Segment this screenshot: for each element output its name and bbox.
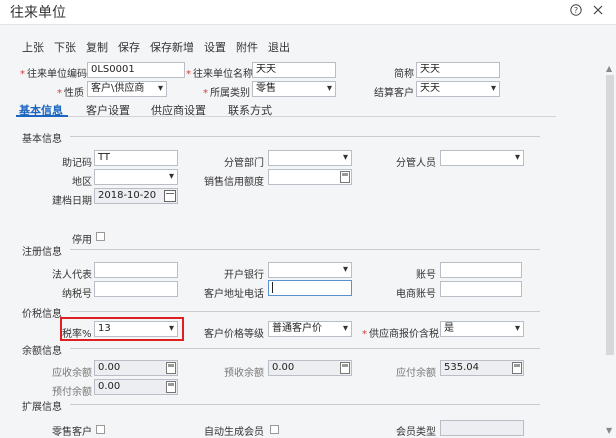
- payable-input: 535.04: [440, 360, 524, 376]
- bank-label: 开户银行: [224, 270, 264, 281]
- exit-button[interactable]: 退出: [268, 39, 290, 55]
- receivable-input: 0.00: [94, 360, 178, 376]
- legal-label: 法人代表: [52, 270, 92, 281]
- account-input[interactable]: [440, 262, 522, 278]
- svg-text:?: ?: [574, 6, 578, 15]
- scrollbar-thumb[interactable]: [606, 75, 614, 355]
- prepay-label: 预付余额: [52, 387, 92, 398]
- tab-divider: [16, 116, 556, 117]
- section-tax-info: 价税信息: [22, 309, 62, 320]
- nature-label: * 性质: [57, 88, 84, 99]
- code-input[interactable]: 0LS0001: [87, 62, 185, 78]
- receivable-label: 应收余额: [52, 368, 92, 379]
- tax-included-select[interactable]: 是: [440, 321, 524, 337]
- short-label: 简称: [394, 69, 414, 80]
- category-select[interactable]: 零售: [252, 81, 336, 97]
- save-new-button[interactable]: 保存新增: [150, 39, 194, 55]
- tax-rate-label: 税率%: [62, 329, 92, 340]
- name-label: * 往来单位名称: [186, 69, 253, 80]
- toolbar: 上张 下张 复制 保存 保存新增 设置 附件 退出: [22, 39, 290, 55]
- category-label: * 所属类别: [203, 88, 250, 99]
- settings-button[interactable]: 设置: [204, 39, 226, 55]
- tax-id-label: 纳税号: [62, 289, 92, 300]
- dept-select[interactable]: [268, 150, 352, 166]
- section-basic-info: 基本信息: [22, 134, 62, 145]
- address-input[interactable]: [268, 280, 352, 296]
- name-input[interactable]: 天天: [252, 62, 336, 78]
- calculator-icon[interactable]: [340, 171, 350, 183]
- staff-label: 分管人员: [396, 158, 436, 169]
- prepaid-recv-label: 预收余额: [224, 368, 264, 379]
- window-title: 往来单位: [10, 5, 66, 21]
- save-button[interactable]: 保存: [118, 39, 140, 55]
- calculator-icon: [512, 362, 522, 374]
- mnemonic-label: 助记码: [62, 158, 92, 169]
- active-tab-indicator: [16, 115, 68, 117]
- short-input[interactable]: 天天: [416, 62, 500, 78]
- section-extend-info: 扩展信息: [22, 402, 62, 413]
- date-input[interactable]: 2018-10-20: [94, 188, 178, 204]
- region-label: 地区: [72, 177, 92, 188]
- account-label: 账号: [416, 270, 436, 281]
- copy-button[interactable]: 复制: [86, 39, 108, 55]
- attachment-button[interactable]: 附件: [236, 39, 258, 55]
- member-type-select[interactable]: [440, 420, 524, 436]
- member-type-label: 会员类型: [396, 427, 436, 438]
- prev-button[interactable]: 上张: [22, 39, 44, 55]
- dept-label: 分管部门: [224, 158, 264, 169]
- vip-checkbox[interactable]: [96, 425, 105, 434]
- settle-select[interactable]: 天天: [416, 81, 500, 97]
- disabled-label: 停用: [72, 235, 92, 246]
- scroll-up-icon[interactable]: ▲: [606, 64, 612, 73]
- date-label: 建档日期: [52, 196, 92, 207]
- legal-input[interactable]: [94, 262, 178, 278]
- prepaid-recv-input: 0.00: [268, 360, 352, 376]
- calculator-icon: [166, 362, 176, 374]
- section-balance-info: 余额信息: [22, 346, 62, 357]
- tax-id-input[interactable]: [94, 281, 178, 297]
- calculator-icon: [340, 362, 350, 374]
- payable-label: 应付余额: [396, 368, 436, 379]
- settle-label: 结算客户: [374, 88, 414, 99]
- prepay-input: 0.00: [94, 379, 178, 395]
- code-label: * 往来单位编码: [20, 69, 87, 80]
- credit-label: 销售信用额度: [204, 177, 264, 188]
- section-divider: [70, 348, 540, 349]
- help-circle-icon[interactable]: ?: [570, 4, 582, 16]
- credit-input[interactable]: [268, 169, 352, 185]
- close-icon[interactable]: [592, 4, 604, 16]
- ebank-input[interactable]: [440, 281, 522, 297]
- disabled-checkbox[interactable]: [96, 232, 105, 241]
- calendar-icon[interactable]: [164, 190, 176, 202]
- staff-select[interactable]: [440, 150, 524, 166]
- calculator-icon: [166, 381, 176, 393]
- address-label: 客户地址电话: [204, 289, 264, 300]
- price-level-label: 客户价格等级: [204, 329, 264, 340]
- section-divider: [70, 136, 540, 137]
- vip-label: 零售客户: [52, 427, 92, 438]
- auto-member-checkbox[interactable]: [270, 425, 279, 434]
- price-level-select[interactable]: 普通客户价: [268, 321, 352, 337]
- section-register-info: 注册信息: [22, 247, 62, 258]
- ebank-label: 电商账号: [396, 289, 436, 300]
- nature-select[interactable]: 客户\供应商: [87, 81, 167, 97]
- section-divider: [70, 404, 540, 405]
- title-bar: [0, 0, 616, 24]
- section-divider: [70, 249, 540, 250]
- bank-select[interactable]: [268, 262, 352, 278]
- title-divider: [0, 24, 616, 25]
- mnemonic-input[interactable]: TT: [94, 150, 178, 166]
- tax-rate-select[interactable]: 13: [94, 321, 178, 337]
- section-divider: [70, 311, 540, 312]
- tax-included-label: * 供应商报价含税: [362, 329, 439, 340]
- scroll-down-icon[interactable]: ▼: [606, 426, 612, 435]
- region-select[interactable]: [94, 169, 178, 185]
- auto-member-label: 自动生成会员: [204, 427, 264, 438]
- next-button[interactable]: 下张: [54, 39, 76, 55]
